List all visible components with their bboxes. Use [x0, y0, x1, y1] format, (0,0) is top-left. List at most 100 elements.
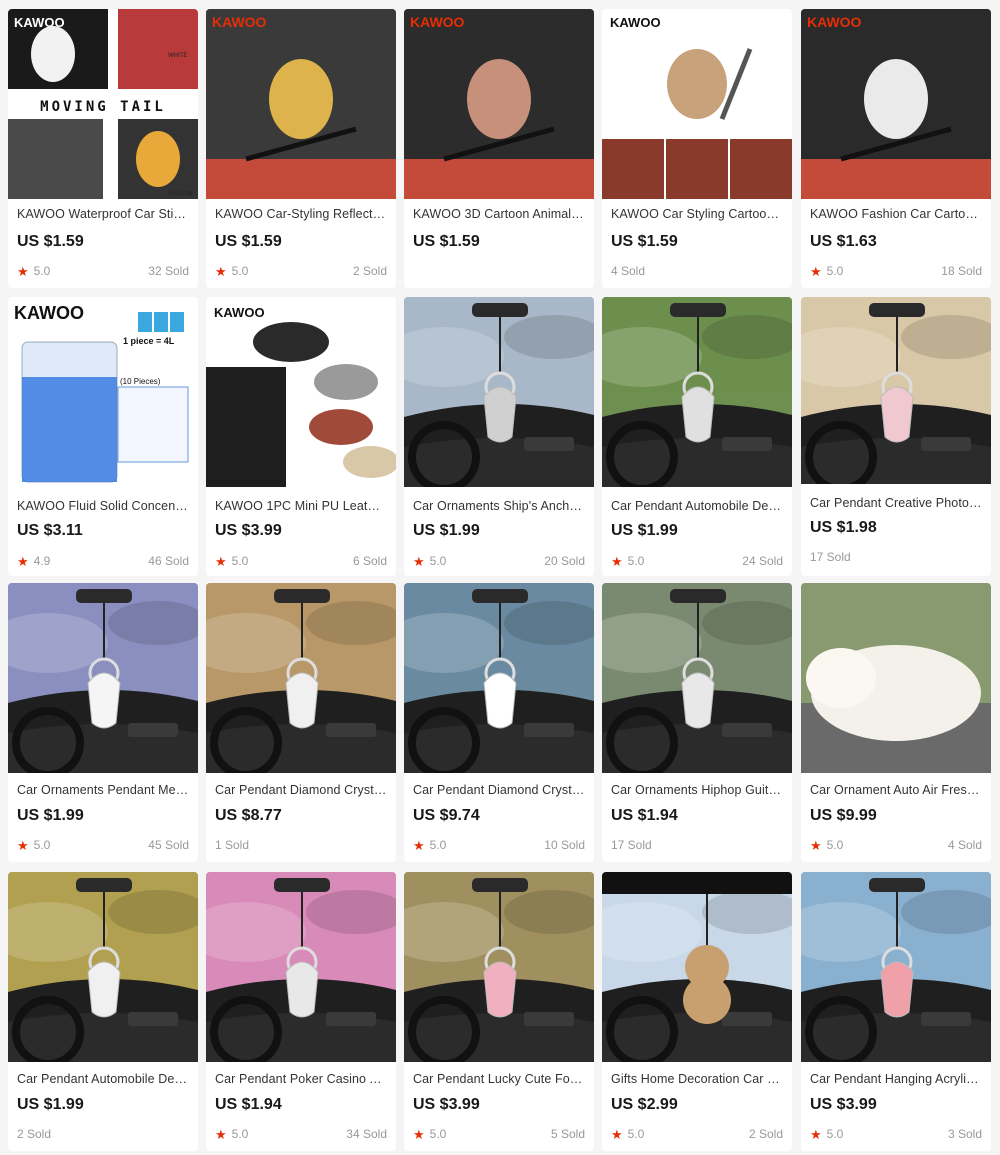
- product-price: US $1.94: [611, 807, 678, 824]
- svg-text:KAWOO: KAWOO: [214, 305, 265, 320]
- product-title[interactable]: Car Pendant Diamond Crystal Horse: [215, 783, 387, 797]
- product-title[interactable]: KAWOO Car-Styling Reflective Sticker Dog: [215, 207, 387, 221]
- product-card[interactable]: KAWOO KAWOO Car-Styling Reflective Sticke…: [206, 9, 396, 288]
- product-card[interactable]: Car Pendant Hanging Acrylic Bear US $3.99…: [801, 872, 991, 1151]
- product-rating: ★ 5.0: [17, 264, 50, 278]
- product-thumbnail[interactable]: [404, 583, 594, 773]
- product-image[interactable]: KAWOO: [206, 9, 396, 199]
- product-thumbnail[interactable]: [404, 872, 594, 1062]
- product-title[interactable]: KAWOO 1PC Mini PU Leather Neck Pillow: [215, 499, 387, 513]
- product-title[interactable]: KAWOO Fashion Car Cartoon Dog Sticker: [810, 207, 982, 221]
- product-thumbnail[interactable]: [8, 872, 198, 1062]
- product-price: US $3.99: [810, 1096, 877, 1113]
- product-image[interactable]: KAWOO: [602, 9, 792, 199]
- product-title[interactable]: KAWOO 3D Cartoon Animal Sticker Bulldog: [413, 207, 585, 221]
- product-title[interactable]: Car Pendant Automobile Decoration Cat: [17, 1072, 189, 1086]
- product-title[interactable]: Car Ornaments Hiphop Guitar Pendant: [611, 783, 783, 797]
- product-price: US $3.11: [17, 522, 83, 539]
- product-rating: ★ 5.0: [810, 264, 843, 278]
- product-thumbnail[interactable]: KAWOO: [602, 9, 792, 199]
- product-image[interactable]: [602, 297, 792, 487]
- product-title[interactable]: Car Pendant Poker Casino Ace: [215, 1072, 387, 1086]
- sold-count: 32 Sold: [148, 264, 189, 278]
- product-card[interactable]: KAWOO MOVING TAIL WHITE YELLOW KAWOO Waterpr…: [8, 9, 198, 288]
- svg-text:MOVING TAIL: MOVING TAIL: [40, 99, 166, 115]
- product-card[interactable]: KAWOO 1 piece = 4L (10 Pieces) KAWOO Fluid …: [8, 297, 198, 576]
- product-title[interactable]: Car Ornament Auto Air Freshener Dog: [810, 783, 982, 797]
- product-thumbnail[interactable]: [602, 583, 792, 773]
- product-card[interactable]: Car Ornament Auto Air Freshener Dog US $9…: [801, 583, 991, 862]
- product-card[interactable]: Car Pendant Diamond Crystal Horse US $8.7…: [206, 583, 396, 862]
- svg-text:KAWOO: KAWOO: [14, 303, 84, 323]
- product-image[interactable]: KAWOO: [404, 9, 594, 199]
- product-price: US $1.99: [17, 1096, 84, 1113]
- product-image[interactable]: [602, 872, 792, 1062]
- rating-value: 5.0: [826, 838, 844, 852]
- product-thumbnail[interactable]: KAWOO: [404, 9, 594, 199]
- product-thumbnail[interactable]: KAWOO: [206, 297, 396, 487]
- product-image[interactable]: [801, 583, 991, 773]
- product-image[interactable]: KAWOO: [206, 297, 396, 487]
- product-card[interactable]: Car Ornaments Pendant Metal Dog US $1.99 ★…: [8, 583, 198, 862]
- product-image[interactable]: [404, 297, 594, 487]
- rating-value: 5.0: [33, 264, 51, 278]
- product-card[interactable]: Car Pendant Diamond Crystal Feather US $9…: [404, 583, 594, 862]
- product-card[interactable]: KAWOO KAWOO 1PC Mini PU Leather Neck Pill…: [206, 297, 396, 576]
- product-price: US $1.59: [215, 233, 282, 250]
- product-image[interactable]: [8, 872, 198, 1062]
- product-thumbnail[interactable]: KAWOO: [206, 9, 396, 199]
- sold-count: 34 Sold: [346, 1127, 387, 1141]
- product-card[interactable]: KAWOO KAWOO Car Styling Cartoon Corgi Wip…: [602, 9, 792, 288]
- product-rating: ★ 5.0: [215, 1127, 248, 1141]
- product-thumbnail[interactable]: [8, 583, 198, 773]
- product-image[interactable]: KAWOO: [801, 9, 991, 199]
- product-card[interactable]: Car Pendant Lucky Cute Fortune Cat US $3.…: [404, 872, 594, 1151]
- product-title[interactable]: Gifts Home Decoration Car Ornament: [611, 1072, 783, 1086]
- product-image[interactable]: [206, 583, 396, 773]
- product-thumbnail[interactable]: KAWOO 1 piece = 4L (10 Pieces): [8, 297, 198, 487]
- product-image[interactable]: [801, 872, 991, 1062]
- product-thumbnail[interactable]: [801, 297, 991, 484]
- product-rating: ★ 5.0: [611, 1127, 644, 1141]
- product-card[interactable]: Car Ornaments Ship's Anchor Pendant US $1…: [404, 297, 594, 576]
- product-thumbnail[interactable]: [206, 872, 396, 1062]
- product-thumbnail[interactable]: [206, 583, 396, 773]
- product-title[interactable]: Car Pendant Hanging Acrylic Bear: [810, 1072, 982, 1086]
- product-thumbnail[interactable]: [602, 872, 792, 1062]
- product-image[interactable]: KAWOO 1 piece = 4L (10 Pieces): [8, 297, 198, 487]
- product-image[interactable]: [206, 872, 396, 1062]
- product-card[interactable]: Car Pendant Automobile Decoration Cat US …: [8, 872, 198, 1151]
- product-image[interactable]: [801, 297, 991, 484]
- product-title[interactable]: Car Pendant Automobile Decoration Shoe: [611, 499, 783, 513]
- product-thumbnail[interactable]: [801, 872, 991, 1062]
- product-image[interactable]: [602, 583, 792, 773]
- product-thumbnail[interactable]: [801, 583, 991, 773]
- product-title[interactable]: KAWOO Fluid Solid Concentrated Washer Ta…: [17, 499, 189, 513]
- product-image[interactable]: [404, 872, 594, 1062]
- product-image[interactable]: KAWOO MOVING TAIL WHITE YELLOW: [8, 9, 198, 199]
- product-image[interactable]: [8, 583, 198, 773]
- product-thumbnail[interactable]: [602, 297, 792, 487]
- product-title[interactable]: KAWOO Car Styling Cartoon Corgi Wiper: [611, 207, 783, 221]
- product-title[interactable]: Car Ornaments Ship's Anchor Pendant: [413, 499, 585, 513]
- rating-value: 5.0: [231, 554, 249, 568]
- product-rating: ★ 5.0: [413, 554, 446, 568]
- product-card[interactable]: Car Pendant Automobile Decoration Shoe US…: [602, 297, 792, 576]
- product-title[interactable]: Car Ornaments Pendant Metal Dog: [17, 783, 189, 797]
- product-thumbnail[interactable]: KAWOO: [801, 9, 991, 199]
- product-card[interactable]: KAWOO KAWOO 3D Cartoon Animal Sticker Bul…: [404, 9, 594, 288]
- product-card[interactable]: Car Pendant Poker Casino Ace US $1.94 ★ 5.0…: [206, 872, 396, 1151]
- product-card[interactable]: Car Ornaments Hiphop Guitar Pendant US $1…: [602, 583, 792, 862]
- product-card[interactable]: Gifts Home Decoration Car Ornament US $2.…: [602, 872, 792, 1151]
- product-title[interactable]: Car Pendant Lucky Cute Fortune Cat: [413, 1072, 585, 1086]
- product-card[interactable]: KAWOO KAWOO Fashion Car Cartoon Dog Stick…: [801, 9, 991, 288]
- product-thumbnail[interactable]: [404, 297, 594, 487]
- svg-text:KAWOO: KAWOO: [14, 15, 65, 30]
- product-image[interactable]: [404, 583, 594, 773]
- product-title[interactable]: KAWOO Waterproof Car Sticker Moving Tail…: [17, 207, 189, 221]
- product-title[interactable]: Car Pendant Diamond Crystal Feather: [413, 783, 585, 797]
- product-rating: ★ 5.0: [215, 554, 248, 568]
- product-card[interactable]: Car Pendant Creative Photo Frame US $1.98…: [801, 297, 991, 576]
- product-thumbnail[interactable]: KAWOO MOVING TAIL WHITE YELLOW: [8, 9, 198, 199]
- product-title[interactable]: Car Pendant Creative Photo Frame: [810, 496, 982, 510]
